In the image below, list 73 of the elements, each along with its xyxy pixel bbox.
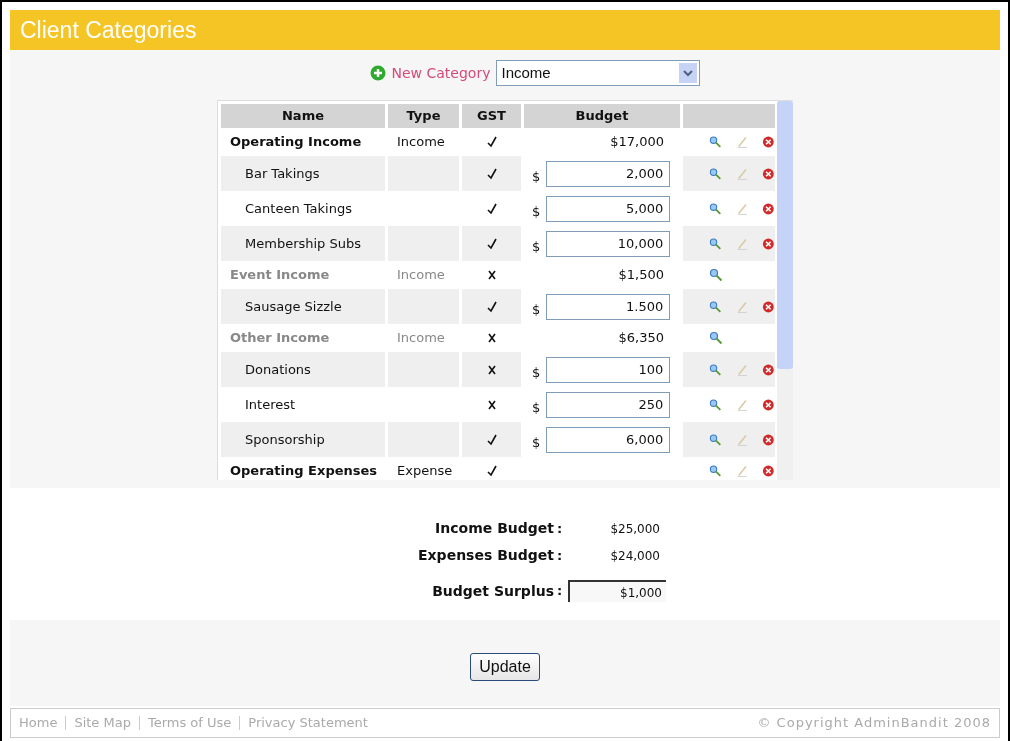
column-header: Name [221, 104, 385, 128]
delete-icon[interactable] [762, 236, 775, 251]
budget-input[interactable]: 5,000 [546, 195, 671, 222]
delete-icon[interactable] [762, 135, 775, 149]
page-title: Client Categories [20, 15, 197, 45]
summary-value: $25,000 [609, 520, 661, 538]
magnifier-icon[interactable] [709, 397, 722, 412]
magnifier-icon[interactable] [709, 331, 723, 345]
currency-symbol: $ [532, 300, 541, 319]
magnifier-icon[interactable] [709, 201, 722, 216]
update-button[interactable]: Update [470, 653, 540, 681]
category-select[interactable]: Income [496, 60, 701, 86]
budget-total: $1,500 [618, 266, 664, 285]
subcategory-name: Membership Subs [244, 234, 361, 253]
category-name: Other Income [229, 329, 330, 348]
magnifier-icon[interactable] [709, 135, 722, 149]
column-header: Type [388, 104, 459, 128]
colon: : [556, 582, 564, 601]
subcategory-name: Donations [244, 360, 311, 379]
scrollbar[interactable] [777, 101, 793, 480]
currency-symbol: $ [532, 398, 541, 417]
magnifier-icon[interactable] [709, 362, 722, 377]
colon: : [556, 519, 564, 538]
budget-total: $17,000 [610, 133, 664, 152]
delete-icon[interactable] [762, 166, 775, 181]
currency-symbol: $ [532, 167, 541, 186]
type-text: Income [397, 133, 445, 152]
magnifier-icon[interactable] [709, 166, 722, 181]
new-category-link[interactable]: New Category [391, 62, 491, 84]
subcategory-name: Bar Takings [244, 164, 320, 183]
category-name: Operating Income [229, 133, 362, 152]
column-header: GST [462, 104, 521, 128]
currency-symbol: $ [532, 433, 541, 452]
delete-icon[interactable] [762, 397, 775, 412]
colon: : [556, 546, 564, 565]
subcategory-name: Sponsorship [244, 430, 325, 449]
summary-label: Budget Surplus [431, 581, 554, 601]
currency-symbol: $ [532, 202, 541, 221]
summary-label: Income Budget [434, 519, 554, 538]
budget-total: $6,350 [618, 329, 664, 348]
summary-label: Expenses Budget [417, 546, 554, 565]
summary-value-box: $1,000 [568, 580, 666, 602]
delete-icon[interactable] [762, 464, 775, 478]
budget-input[interactable]: 250 [546, 391, 671, 418]
delete-icon[interactable] [762, 432, 775, 447]
budget-input[interactable]: 100 [546, 356, 671, 383]
type-text: Income [397, 329, 445, 348]
budget-input[interactable]: 2,000 [546, 160, 671, 187]
budget-input[interactable]: 1.500 [546, 293, 671, 320]
magnifier-icon[interactable] [709, 299, 722, 314]
delete-icon[interactable] [762, 299, 775, 314]
budget-input[interactable]: 10,000 [546, 230, 671, 257]
type-text: Expense [397, 462, 453, 480]
magnifier-icon[interactable] [709, 464, 722, 478]
currency-symbol: $ [532, 363, 541, 382]
add-icon[interactable] [369, 65, 386, 81]
scrollbar-thumb[interactable] [777, 101, 793, 369]
subcategory-name: Sausage Sizzle [244, 297, 342, 316]
delete-icon[interactable] [762, 362, 775, 377]
delete-icon[interactable] [762, 201, 775, 216]
currency-symbol: $ [532, 237, 541, 256]
category-name: Event Income [229, 266, 330, 285]
magnifier-icon[interactable] [709, 236, 722, 251]
magnifier-icon[interactable] [709, 268, 723, 282]
subcategory-name: Interest [244, 395, 296, 414]
budget-input[interactable]: 6,000 [546, 426, 671, 453]
magnifier-icon[interactable] [709, 432, 722, 447]
type-text: Income [397, 266, 445, 285]
category-name: Operating Expenses [229, 462, 378, 480]
summary-value: $24,000 [609, 547, 661, 565]
copyright-text: © Copyright AdminBandit 2008 [757, 714, 991, 733]
column-header: Budget [524, 104, 680, 128]
subcategory-name: Canteen Takings [244, 199, 352, 218]
